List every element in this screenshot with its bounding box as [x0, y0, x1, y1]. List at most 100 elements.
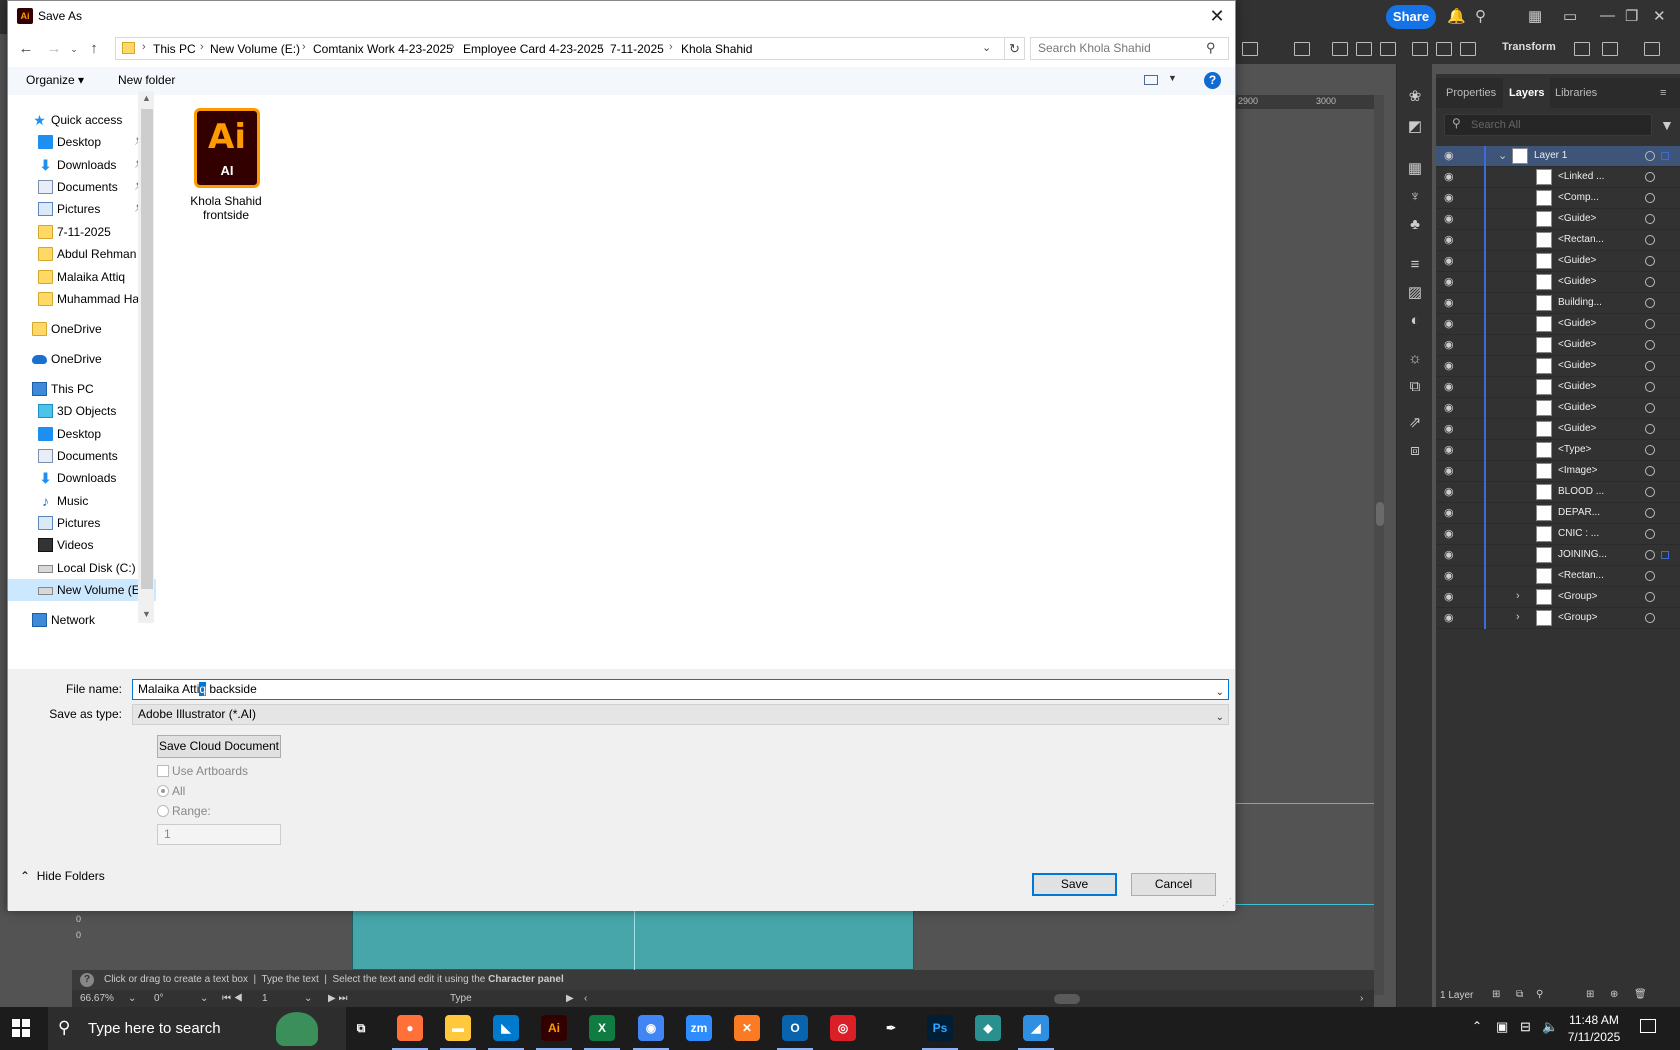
layer-row[interactable]: ◉ › <Group> [1436, 587, 1680, 608]
bell-icon[interactable]: 🔔 [1447, 7, 1466, 25]
search-icon[interactable]: ⚲ [1475, 7, 1486, 25]
eye-icon[interactable]: ◉ [1444, 296, 1454, 309]
target-icon[interactable] [1645, 592, 1655, 602]
rotation-value[interactable]: 0° [154, 990, 164, 1007]
align-to-icon[interactable] [1294, 42, 1310, 56]
target-icon[interactable] [1645, 445, 1655, 455]
search-icon[interactable]: ⚲ [1536, 989, 1543, 1000]
eye-icon[interactable]: ◉ [1444, 380, 1454, 393]
eye-icon[interactable]: ◉ [1444, 485, 1454, 498]
all-radio[interactable]: All [157, 784, 185, 798]
target-icon[interactable] [1645, 550, 1655, 560]
locate-icon[interactable]: ⊞ [1492, 989, 1500, 1000]
nav-item[interactable]: OneDrive [8, 318, 156, 340]
save-type-select[interactable]: Adobe Illustrator (*.AI) ⌄ [132, 704, 1229, 725]
nav-item[interactable]: ♪ Music [8, 490, 156, 512]
layer-row[interactable]: ◉ <Guide> [1436, 377, 1680, 398]
panel-icon[interactable]: ▭ [1563, 7, 1577, 25]
arrange-icon[interactable] [1602, 42, 1618, 56]
nav-item[interactable]: Abdul Rehman [8, 243, 156, 265]
layer-row[interactable]: ◉ <Type> [1436, 440, 1680, 461]
align-left-icon[interactable] [1332, 42, 1348, 56]
use-artboards-checkbox[interactable]: Use Artboards [157, 764, 248, 778]
selection-indicator[interactable] [1661, 551, 1669, 559]
target-icon[interactable] [1645, 466, 1655, 476]
cancel-button[interactable]: Cancel [1131, 873, 1216, 896]
title-bar[interactable]: Ai Save As ✕ [8, 1, 1235, 32]
zoom-level[interactable]: 66.67% [80, 990, 114, 1007]
eye-icon[interactable]: ◉ [1444, 338, 1454, 351]
target-icon[interactable] [1645, 256, 1655, 266]
nav-item[interactable]: ⬇ Downloads [8, 467, 156, 489]
club-icon[interactable]: ♣ [1406, 216, 1424, 234]
target-icon[interactable] [1645, 235, 1655, 245]
target-icon[interactable] [1645, 487, 1655, 497]
volume-icon[interactable]: 🔈 [1542, 1019, 1558, 1035]
file-list[interactable]: Ai AI Khola Shahid frontside [162, 96, 1235, 624]
chevron-down-icon[interactable]: ⌄ [982, 41, 991, 54]
new-sublayer-icon[interactable]: ⊞ [1586, 989, 1594, 1000]
help-icon[interactable]: ? [1204, 72, 1221, 89]
eye-icon[interactable]: ◉ [1444, 233, 1454, 246]
nav-item[interactable]: Documents [8, 445, 156, 467]
layer-row[interactable]: ◉ DEPAR... [1436, 503, 1680, 524]
minimize-icon[interactable]: — [1600, 7, 1615, 24]
nav-item[interactable]: New Volume (E:) [8, 579, 156, 601]
save-button[interactable]: Save [1032, 873, 1117, 896]
layer-row[interactable]: ◉ <Image> [1436, 461, 1680, 482]
chevron-right-icon[interactable]: › [142, 41, 146, 53]
eye-icon[interactable]: ◉ [1444, 422, 1454, 435]
new-folder-button[interactable]: New folder [118, 73, 175, 87]
symbols-icon[interactable]: ♆ [1406, 188, 1424, 206]
layer-row[interactable]: ◉ <Linked ... [1436, 167, 1680, 188]
layer-row[interactable]: ◉ CNIC : ... [1436, 524, 1680, 545]
target-icon[interactable] [1645, 151, 1655, 161]
layer-search-input[interactable]: Search All [1444, 114, 1652, 136]
scroll-left-icon[interactable]: ‹ [584, 990, 587, 1007]
layer-row[interactable]: ◉ <Guide> [1436, 209, 1680, 230]
network-icon[interactable]: ▣ [1496, 1019, 1508, 1035]
nav-item[interactable]: ⬇Downloads📌 [8, 154, 156, 176]
recent-dropdown-icon[interactable]: ⌄ [64, 39, 84, 59]
target-icon[interactable] [1645, 571, 1655, 581]
target-icon[interactable] [1645, 193, 1655, 203]
target-icon[interactable] [1645, 361, 1655, 371]
chevron-down-icon[interactable]: ⌄ [128, 990, 136, 1007]
task-view-icon[interactable]: ⧉ [348, 1015, 374, 1041]
nav-item[interactable]: Videos [8, 534, 156, 556]
eye-icon[interactable]: ◉ [1444, 506, 1454, 519]
creative-cloud-icon[interactable]: ◎ [830, 1015, 856, 1041]
nav-item[interactable]: Malaika Attiq [8, 266, 156, 288]
hide-folders-button[interactable]: ⌃ Hide Folders [20, 869, 105, 883]
file-explorer-icon[interactable]: ▬ [445, 1015, 471, 1041]
search-input[interactable]: Search Khola Shahid [1030, 37, 1229, 60]
forward-arrow-icon[interactable]: → [44, 39, 64, 59]
range-radio[interactable]: Range: [157, 804, 211, 818]
menu-icon[interactable] [1644, 42, 1660, 56]
target-icon[interactable] [1645, 214, 1655, 224]
breadcrumb-employee-card[interactable]: Employee Card 4-23-2025 [463, 42, 604, 56]
eye-icon[interactable]: ◉ [1444, 317, 1454, 330]
layer-row[interactable]: ◉ <Comp... [1436, 188, 1680, 209]
clock-time[interactable]: 11:48 AM [1562, 1013, 1626, 1027]
vscode-icon[interactable]: ◣ [493, 1015, 519, 1041]
layer-row[interactable]: ◉ <Guide> [1436, 419, 1680, 440]
nav-item[interactable]: 7-11-2025 [8, 221, 156, 243]
breadcrumb-comtanix-work[interactable]: Comtanix Work 4-23-2025 [313, 42, 453, 56]
eye-icon[interactable]: ◉ [1444, 569, 1454, 582]
zoom-icon[interactable]: zm [686, 1015, 712, 1041]
play-icon[interactable]: ▶ [566, 990, 574, 1007]
isolate-icon[interactable] [1574, 42, 1590, 56]
nav-item[interactable]: ★ Quick access [8, 109, 156, 131]
layer-row[interactable]: ◉ JOINING... [1436, 545, 1680, 566]
up-arrow-icon[interactable]: ↑ [84, 39, 104, 59]
delete-icon[interactable]: 🗑 [1634, 989, 1647, 1000]
paint-app-icon[interactable]: ◢ [1023, 1015, 1049, 1041]
layer-row[interactable]: ◉ <Guide> [1436, 398, 1680, 419]
chevron-down-icon[interactable]: ⌄ [1216, 708, 1224, 727]
artboard-nav-icon[interactable]: ▶ ⏭ [328, 990, 347, 1007]
target-icon[interactable] [1645, 424, 1655, 434]
chevron-down-icon[interactable]: ⌄ [1498, 149, 1507, 162]
chevron-down-icon[interactable]: ⌄ [1216, 683, 1224, 702]
nav-item[interactable]: This PC [8, 378, 156, 400]
